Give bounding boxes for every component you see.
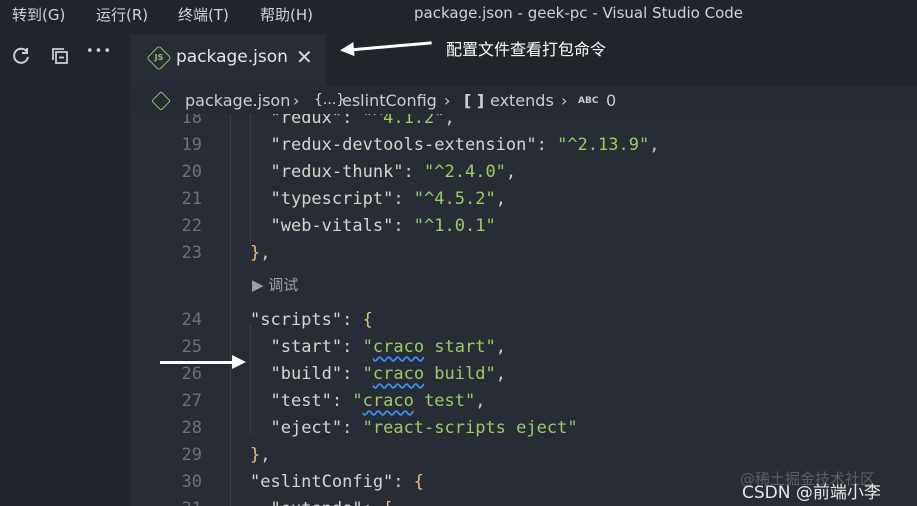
title-bar: 转到(G) 运行(R) 终端(T) 帮助(H) package.json - g…: [0, 0, 917, 30]
code-line: 20 "redux-thunk": "^2.4.0",: [181, 162, 517, 182]
window-title: package.json - geek-pc - Visual Studio C…: [414, 4, 743, 22]
array-icon: [ ]: [464, 91, 485, 110]
side-panel: [0, 30, 130, 506]
annotation-text: 配置文件查看打包命令: [446, 40, 607, 59]
tab-package-json[interactable]: JS package.json ✕: [130, 34, 326, 86]
menu-goto[interactable]: 转到(G): [12, 4, 65, 25]
code-line: 26 "build": "craco build",: [181, 364, 506, 384]
code-line: 22 "web-vitals": "^1.0.1": [181, 216, 496, 236]
json-file-icon: [151, 91, 171, 111]
refresh-icon[interactable]: [10, 46, 34, 66]
breadcrumb-extends[interactable]: extends: [490, 91, 554, 110]
watermark-csdn: CSDN @前端小李: [742, 483, 881, 503]
breadcrumb-separator: ›: [444, 91, 451, 110]
collapse-all-icon[interactable]: [48, 46, 72, 66]
tab-label: package.json: [176, 47, 288, 67]
code-line: 25 "start": "craco start",: [181, 337, 506, 357]
more-icon[interactable]: •••: [86, 44, 111, 64]
code-line: 27 "test": "craco test",: [181, 391, 486, 411]
code-editor[interactable]: 18 "redux": "^4.1.2", 19 "redux-devtools…: [130, 114, 917, 506]
code-line: 24 "scripts": {: [181, 310, 373, 330]
code-line: 18 "redux": "^4.1.2",: [181, 114, 455, 128]
breadcrumb-file[interactable]: package.json: [185, 91, 290, 110]
breadcrumb: package.json › {...} eslintConfig › [ ] …: [130, 86, 917, 114]
close-icon[interactable]: ✕: [296, 45, 313, 69]
menu-help[interactable]: 帮助(H): [260, 4, 313, 25]
string-icon: ABC: [578, 96, 599, 106]
object-icon: {...}: [314, 92, 346, 108]
code-line: 21 "typescript": "^4.5.2",: [181, 189, 506, 209]
menu-run[interactable]: 运行(R): [96, 4, 148, 25]
breadcrumb-separator: ›: [561, 91, 568, 110]
menu-terminal[interactable]: 终端(T): [178, 4, 229, 25]
breadcrumb-index[interactable]: 0: [606, 91, 616, 110]
json-file-icon: JS: [146, 45, 172, 71]
code-line: 19 "redux-devtools-extension": "^2.13.9"…: [181, 135, 660, 155]
annotation-arrow-left: [160, 355, 246, 369]
breadcrumb-separator: ›: [293, 91, 300, 110]
codelens-debug[interactable]: ▶ 调试: [252, 274, 298, 295]
code-line: 28 "eject": "react-scripts eject": [181, 418, 578, 438]
code-line: 23 },: [181, 243, 271, 263]
breadcrumb-eslintconfig[interactable]: eslintConfig: [342, 91, 437, 110]
